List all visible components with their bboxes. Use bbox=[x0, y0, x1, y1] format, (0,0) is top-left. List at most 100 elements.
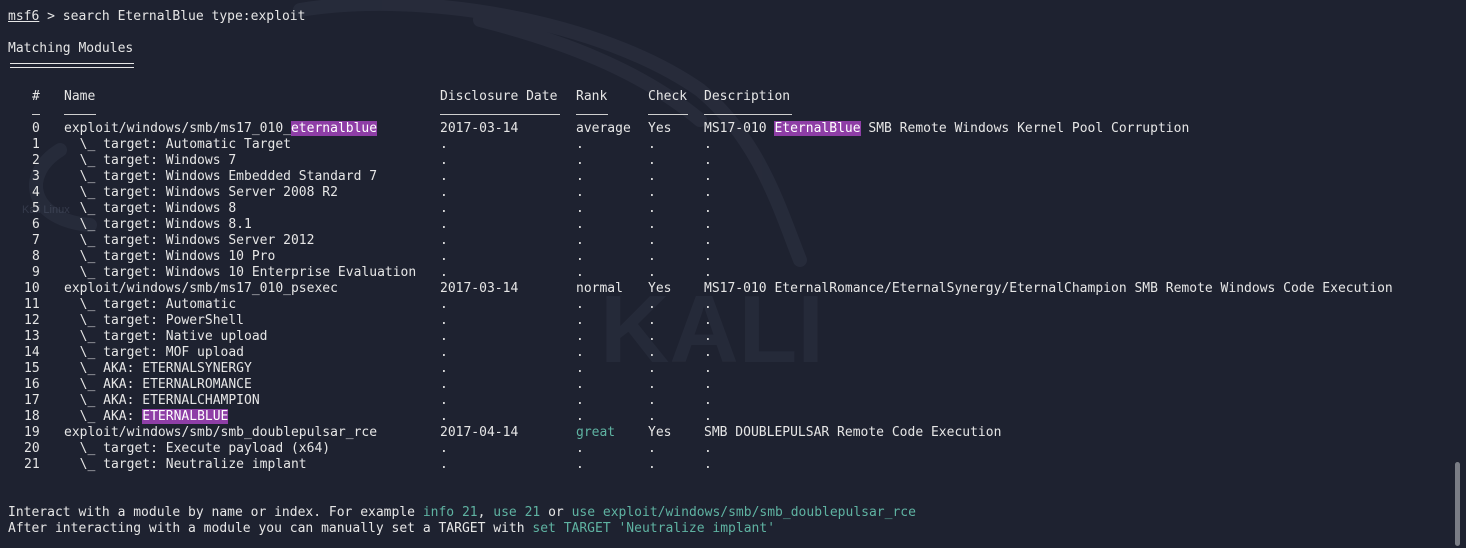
row-name-text: exploit/windows/smb/ms17_010_ bbox=[64, 121, 291, 136]
row-description-text: . bbox=[704, 201, 712, 216]
footer-text: Interact with a module by name or index.… bbox=[8, 505, 423, 520]
row-description-text: . bbox=[704, 329, 712, 344]
row-check: . bbox=[648, 345, 656, 360]
footer-text: , bbox=[477, 505, 494, 520]
command-example: use exploit/windows/smb/smb_doublepulsar… bbox=[571, 505, 916, 520]
table-row: 0 exploit/windows/smb/ms17_010_eternalblu… bbox=[8, 121, 1448, 137]
row-description: . bbox=[704, 329, 712, 345]
command-example: set TARGET 'Neutralize implant' bbox=[532, 521, 776, 536]
row-description: . bbox=[704, 409, 712, 425]
row-description: . bbox=[704, 201, 712, 217]
row-description-text: . bbox=[704, 441, 712, 456]
row-rank: average bbox=[576, 121, 631, 136]
row-name-text: \_ target: Native upload bbox=[64, 329, 268, 344]
row-name: \_ target: Windows 10 Pro bbox=[64, 249, 276, 265]
row-description: MS17-010 EternalRomance/EternalSynergy/E… bbox=[704, 281, 1393, 297]
row-name: \_ AKA: ETERNALBLUE bbox=[64, 409, 229, 425]
row-number: 3 bbox=[32, 169, 40, 184]
row-name-text: \_ target: Windows 8.1 bbox=[64, 217, 252, 232]
footer-line: Interact with a module by name or index.… bbox=[8, 505, 916, 521]
row-date: . bbox=[440, 313, 448, 328]
row-check: Yes bbox=[648, 121, 672, 136]
row-description: . bbox=[704, 441, 712, 457]
row-name: \_ AKA: ETERNALSYNERGY bbox=[64, 361, 252, 377]
row-description: . bbox=[704, 153, 712, 169]
table-row: 12 \_ target: PowerShell.... bbox=[8, 313, 1448, 329]
row-check: . bbox=[648, 233, 656, 248]
row-description: SMB DOUBLEPULSAR Remote Code Execution bbox=[704, 425, 1001, 441]
row-check: . bbox=[648, 201, 656, 216]
row-rank: . bbox=[576, 185, 584, 200]
row-description: . bbox=[704, 457, 712, 473]
row-date: . bbox=[440, 153, 448, 168]
row-description-text: . bbox=[704, 457, 712, 472]
table-row: 7 \_ target: Windows Server 2012.... bbox=[8, 233, 1448, 249]
terminal-output[interactable]: msf6 > search EternalBlue type:exploit M… bbox=[8, 0, 1448, 548]
row-date: . bbox=[440, 441, 448, 456]
row-name-text: \_ target: PowerShell bbox=[64, 313, 245, 328]
row-date: 2017-03-14 bbox=[440, 281, 519, 296]
table-row: 5 \_ target: Windows 8.... bbox=[8, 201, 1448, 217]
header-num: # bbox=[32, 89, 40, 104]
row-name: \_ target: Windows 7 bbox=[64, 153, 237, 169]
table-row: 8 \_ target: Windows 10 Pro.... bbox=[8, 249, 1448, 265]
row-check: . bbox=[648, 249, 656, 264]
scrollbar-thumb[interactable] bbox=[1455, 462, 1460, 546]
table-row: 20 \_ target: Execute payload (x64).... bbox=[8, 441, 1448, 457]
row-number: 8 bbox=[32, 249, 40, 264]
table-row: 9 \_ target: Windows 10 Enterprise Evalu… bbox=[8, 265, 1448, 281]
row-check: . bbox=[648, 457, 656, 472]
table-row: 13 \_ target: Native upload.... bbox=[8, 329, 1448, 345]
row-rank: . bbox=[576, 345, 584, 360]
row-description: . bbox=[704, 185, 712, 201]
footer-line: After interacting with a module you can … bbox=[8, 521, 775, 537]
row-name-text: exploit/windows/smb/smb_doublepulsar_rce bbox=[64, 425, 378, 440]
row-description-text: SMB Remote Windows Kernel Pool Corruptio… bbox=[860, 121, 1190, 136]
row-check: Yes bbox=[648, 281, 672, 296]
header-check: Check bbox=[648, 89, 688, 104]
row-name-text: \_ target: Windows 10 Enterprise Evaluat… bbox=[64, 265, 417, 280]
row-rank: . bbox=[576, 361, 584, 376]
footer-text: or bbox=[540, 505, 572, 520]
row-number: 2 bbox=[32, 153, 40, 168]
scrollbar[interactable] bbox=[1454, 0, 1462, 548]
row-date: 2017-03-14 bbox=[440, 121, 519, 136]
row-name-text: \_ AKA: ETERNALROMANCE bbox=[64, 377, 252, 392]
row-name: \_ AKA: ETERNALCHAMPION bbox=[64, 393, 260, 409]
row-date: . bbox=[440, 185, 448, 200]
search-match-highlight: eternalblue bbox=[290, 121, 378, 136]
table-row: 11 \_ target: Automatic.... bbox=[8, 297, 1448, 313]
row-check: . bbox=[648, 137, 656, 152]
header-desc: Description bbox=[704, 89, 791, 104]
row-number: 4 bbox=[32, 185, 40, 200]
row-name-text: \_ target: Automatic bbox=[64, 297, 237, 312]
row-number: 12 bbox=[24, 313, 40, 328]
row-number: 20 bbox=[24, 441, 40, 456]
row-date: . bbox=[440, 169, 448, 184]
row-number: 19 bbox=[24, 425, 40, 440]
row-check: . bbox=[648, 297, 656, 312]
row-number: 11 bbox=[24, 297, 40, 312]
row-date: . bbox=[440, 377, 448, 392]
row-name-text: \_ target: Windows Server 2008 R2 bbox=[64, 185, 338, 200]
row-rank: . bbox=[576, 297, 584, 312]
row-description-text: . bbox=[704, 217, 712, 232]
row-name: \_ target: Windows Embedded Standard 7 bbox=[64, 169, 377, 185]
heading-underline bbox=[10, 63, 134, 68]
row-number: 9 bbox=[32, 265, 40, 280]
row-date: . bbox=[440, 137, 448, 152]
row-rank: . bbox=[576, 409, 584, 424]
row-description-text: . bbox=[704, 153, 712, 168]
row-name: \_ target: MOF upload bbox=[64, 345, 244, 361]
row-name-text: \_ target: Execute payload (x64) bbox=[64, 441, 331, 456]
row-date: . bbox=[440, 249, 448, 264]
row-date: . bbox=[440, 233, 448, 248]
row-date: . bbox=[440, 345, 448, 360]
row-number: 5 bbox=[32, 201, 40, 216]
row-name: \_ target: Windows Server 2008 R2 bbox=[64, 185, 338, 201]
row-description: . bbox=[704, 217, 712, 233]
row-rank: . bbox=[576, 249, 584, 264]
row-description-text: SMB DOUBLEPULSAR Remote Code Execution bbox=[704, 425, 1002, 440]
row-date: . bbox=[440, 409, 448, 424]
row-rank: . bbox=[576, 137, 584, 152]
